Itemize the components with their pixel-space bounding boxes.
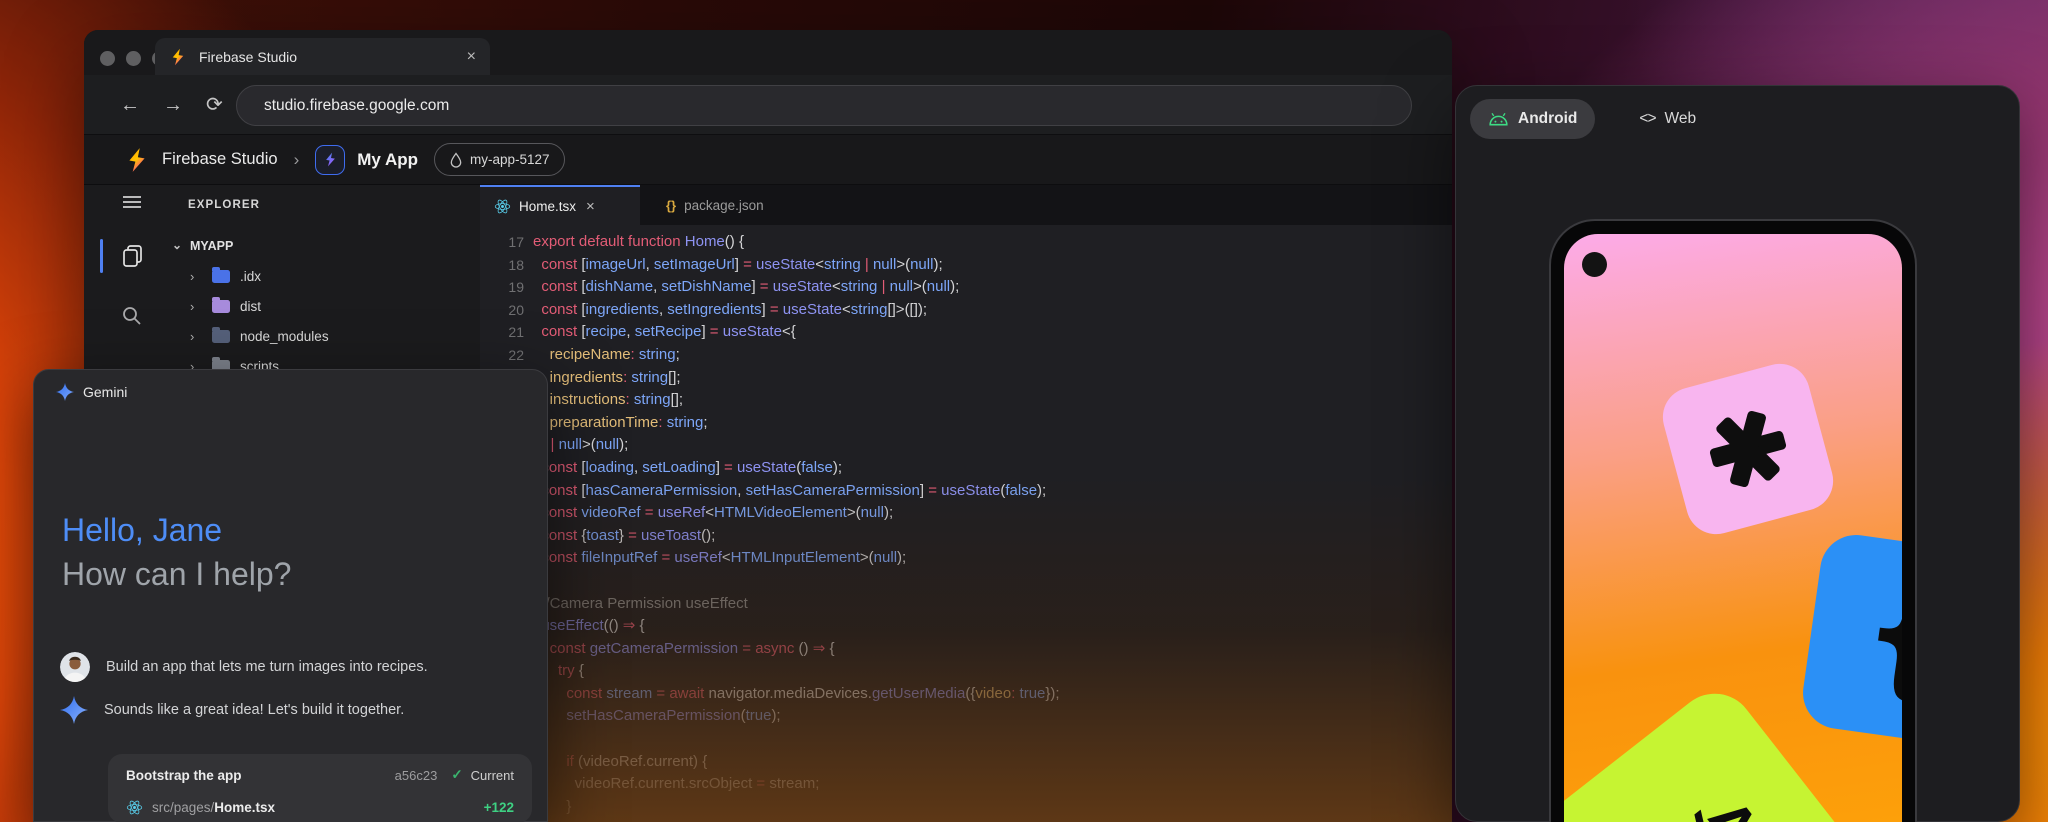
assistant-message: Sounds like a great idea! Let's build it… xyxy=(60,696,404,724)
hamburger-icon xyxy=(121,193,143,211)
chevron-right-icon: › xyxy=(190,269,204,284)
tree-item-node_modules[interactable]: › node_modules xyxy=(164,321,480,351)
app-header: Firebase Studio › My App my-app-5127 xyxy=(84,135,1452,185)
chevron-right-icon: › xyxy=(190,299,204,314)
toggle-android-label: Android xyxy=(1518,110,1577,128)
chevron-right-icon: › xyxy=(190,329,204,344)
files-icon xyxy=(120,243,145,269)
folder-icon xyxy=(212,330,230,343)
app-spark-icon xyxy=(323,152,338,167)
folder-icon xyxy=(212,270,230,283)
diff-added-count: +122 xyxy=(484,800,514,815)
gemini-panel: Gemini Hello, Jane How can I help? Build… xyxy=(33,369,548,822)
android-icon xyxy=(1488,112,1509,126)
editor-tabstrip: Home.tsx × {} package.json xyxy=(480,185,1452,225)
editor-tab-label: Home.tsx xyxy=(519,199,576,214)
bootstrap-card: Bootstrap the app a56c23 ✓ Current src/p… xyxy=(108,754,532,822)
tree-item-dist[interactable]: › dist xyxy=(164,291,480,321)
search-icon xyxy=(121,305,143,327)
gemini-spark-icon xyxy=(60,696,88,724)
traffic-light-minimize[interactable] xyxy=(126,51,141,66)
traffic-light-close[interactable] xyxy=(100,51,115,66)
current-badge: Current xyxy=(471,768,514,783)
user-message-text: Build an app that lets me turn images in… xyxy=(106,659,428,675)
tab-close-icon[interactable]: × xyxy=(586,198,595,215)
forward-icon[interactable]: → xyxy=(163,93,183,117)
editor: Home.tsx × {} package.json 171819202122 … xyxy=(480,185,1452,822)
explorer-view-button[interactable] xyxy=(100,243,164,269)
back-icon[interactable]: ← xyxy=(120,93,140,117)
json-braces-icon: {} xyxy=(666,198,676,213)
reload-icon[interactable]: ⟳ xyxy=(206,93,223,117)
phone-screen: { </> xyxy=(1564,234,1902,822)
code-area[interactable]: 171819202122 export default function Hom… xyxy=(480,225,1452,822)
browser-tab[interactable]: Firebase Studio × xyxy=(155,38,490,75)
url-bar[interactable]: studio.firebase.google.com xyxy=(236,85,1412,126)
code-tag-icon: </> xyxy=(1631,778,1770,822)
tree-root[interactable]: ⌄ MYAPP xyxy=(172,233,480,259)
workspace-id: my-app-5127 xyxy=(470,152,550,167)
gemini-title: Gemini xyxy=(83,384,127,400)
user-message: Build an app that lets me turn images in… xyxy=(60,652,428,682)
breadcrumb-chevron-icon: › xyxy=(294,150,300,170)
tile-pink xyxy=(1656,357,1840,541)
gemini-header: Gemini xyxy=(56,383,127,401)
asterisk-icon xyxy=(1695,396,1800,501)
editor-tab-home[interactable]: Home.tsx × xyxy=(480,185,640,225)
bootstrap-title: Bootstrap the app xyxy=(126,768,387,783)
editor-tab-label: package.json xyxy=(684,198,764,213)
tile-blue: { xyxy=(1798,530,1902,750)
toggle-web[interactable]: <> Web xyxy=(1621,99,1714,139)
folder-icon xyxy=(212,300,230,313)
tree-item-label: .idx xyxy=(240,269,261,284)
preview-toggle: Android <> Web xyxy=(1470,99,1714,139)
tree-root-label: MYAPP xyxy=(190,239,233,253)
browser-tab-title: Firebase Studio xyxy=(199,49,455,65)
changed-file-row[interactable]: src/pages/Home.tsx +122 xyxy=(108,792,532,822)
assistant-message-text: Sounds like a great idea! Let's build it… xyxy=(104,702,404,718)
search-view-button[interactable] xyxy=(100,305,164,327)
browser-toolbar: ← → ⟳ studio.firebase.google.com xyxy=(84,75,1452,135)
react-icon xyxy=(494,198,511,215)
toggle-android[interactable]: Android xyxy=(1470,99,1595,139)
commit-hash: a56c23 xyxy=(395,768,438,783)
workspace-id-pill[interactable]: my-app-5127 xyxy=(434,143,565,176)
browser-titlebar: Firebase Studio × xyxy=(84,30,1452,75)
code-lines: export default function Home() { const [… xyxy=(533,231,1452,818)
app-name: My App xyxy=(357,150,418,170)
firebase-drop-icon xyxy=(449,152,463,168)
check-icon: ✓ xyxy=(451,767,462,783)
user-avatar xyxy=(60,652,90,682)
app-icon xyxy=(315,145,345,175)
editor-tab-package[interactable]: {} package.json xyxy=(652,185,812,225)
camera-punch-hole xyxy=(1582,252,1607,277)
greeting-name: Hello, Jane xyxy=(62,512,222,549)
toggle-web-label: Web xyxy=(1665,110,1697,128)
code-brackets-icon: <> xyxy=(1639,110,1655,128)
menu-button[interactable] xyxy=(100,193,164,211)
react-icon xyxy=(126,799,143,816)
explorer-title: EXPLORER xyxy=(188,199,260,211)
greeting-question: How can I help? xyxy=(62,556,291,593)
preview-panel: Android <> Web xyxy=(1455,85,2020,822)
tab-close-icon[interactable]: × xyxy=(467,48,476,66)
chevron-down-icon: ⌄ xyxy=(172,238,188,252)
file-tree: ⌄ MYAPP ›.idx›dist›node_modules›scripts xyxy=(164,229,480,381)
tree-item-label: node_modules xyxy=(240,329,329,344)
gemini-spark-icon xyxy=(56,383,74,401)
bootstrap-card-header: Bootstrap the app a56c23 ✓ Current xyxy=(108,754,532,792)
android-phone: { </> xyxy=(1549,219,1917,822)
file-path: src/pages/Home.tsx xyxy=(152,800,475,815)
tree-item-.idx[interactable]: › .idx xyxy=(164,261,480,291)
product-name: Firebase Studio xyxy=(162,150,278,169)
tree-item-label: dist xyxy=(240,299,261,314)
firebase-logo-icon xyxy=(169,48,187,66)
stage: Firebase Studio × ← → ⟳ studio.firebase.… xyxy=(0,0,2048,822)
firebase-studio-logo-icon xyxy=(124,147,150,173)
brace-icon: { xyxy=(1857,546,1902,719)
